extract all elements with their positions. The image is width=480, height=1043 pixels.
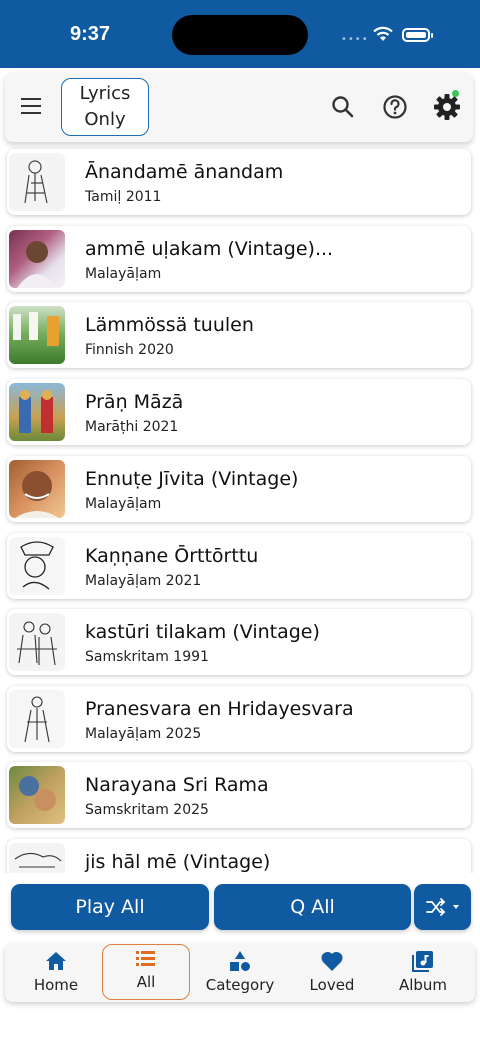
hamburger-menu-icon[interactable]	[21, 98, 41, 119]
song-row[interactable]: Pranesvara en Hridayesvara Malayāḷam 202…	[7, 686, 471, 752]
tab-all-label: All	[136, 973, 156, 991]
shuffle-dropdown-button[interactable]	[414, 884, 471, 930]
song-subtitle: Malayāḷam 2025	[85, 726, 202, 742]
heart-icon	[321, 951, 343, 971]
home-icon	[46, 952, 66, 970]
song-subtitle: Finnish 2020	[85, 342, 174, 358]
tab-home[interactable]: Home	[12, 944, 100, 1002]
song-thumbnail	[9, 230, 65, 288]
tab-loved-label: Loved	[309, 976, 355, 994]
signal-icon: ••••	[341, 34, 369, 45]
song-row[interactable]: Ennuṭe Jīvita (Vintage) Malayāḷam	[7, 456, 471, 522]
lyrics-only-toggle[interactable]: Lyrics Only	[61, 78, 149, 136]
song-thumbnail	[9, 537, 65, 595]
song-thumbnail	[9, 153, 65, 211]
status-bar: 9:37 ••••	[0, 0, 480, 68]
song-subtitle: Marāṭhi 2021	[85, 419, 179, 435]
song-subtitle: Malayāḷam	[85, 496, 162, 512]
song-title: kastūri tilakam (Vintage)	[85, 621, 320, 643]
tab-home-label: Home	[33, 976, 79, 994]
shuffle-icon	[425, 898, 459, 916]
song-title: Ānandamē ānandam	[85, 161, 284, 183]
song-title: Pranesvara en Hridayesvara	[85, 698, 354, 720]
tab-album-label: Album	[398, 976, 448, 994]
lyrics-only-label-line2: Only	[84, 109, 126, 130]
search-icon[interactable]	[330, 94, 356, 120]
song-title: Kaṇṇane Ōrttōrttu	[85, 545, 259, 567]
song-title: jis hāl mē (Vintage)	[85, 851, 271, 873]
song-row[interactable]: ammē uḷakam (Vintage)... Malayāḷam	[7, 226, 471, 292]
top-toolbar: Lyrics Only	[5, 72, 473, 142]
settings-gear-icon[interactable]	[432, 92, 462, 122]
song-title: Ennuṭe Jīvita (Vintage)	[85, 468, 299, 490]
song-thumbnail	[9, 766, 65, 824]
song-row[interactable]: Lämmössä tuulen Finnish 2020	[7, 302, 471, 368]
wifi-icon	[373, 26, 393, 41]
song-subtitle: Samskritam 2025	[85, 802, 209, 818]
song-title: Lämmössä tuulen	[85, 314, 254, 336]
song-row[interactable]: jis hāl mē (Vintage)	[7, 839, 471, 873]
song-thumbnail	[9, 383, 65, 441]
song-title: Prāṇ Māzā	[85, 391, 184, 413]
song-subtitle: Tamiḷ 2011	[85, 189, 162, 205]
tab-all[interactable]: All	[102, 944, 190, 1000]
song-title: Narayana Sri Rama	[85, 774, 269, 796]
song-subtitle: Samskritam 1991	[85, 649, 209, 665]
album-icon	[412, 951, 433, 972]
song-thumbnail	[9, 843, 65, 873]
song-subtitle: Malayāḷam 2021	[85, 573, 202, 589]
play-all-button[interactable]: Play All	[11, 884, 209, 930]
song-title: ammē uḷakam (Vintage)...	[85, 238, 334, 260]
chevron-down-icon	[452, 905, 459, 909]
bottom-tab-bar: Home All Category Loved Album	[5, 944, 475, 1002]
playback-actions: Play All Q All	[0, 884, 480, 930]
tab-loved[interactable]: Loved	[288, 944, 376, 1002]
tab-category-label: Category	[205, 976, 275, 994]
song-thumbnail	[9, 613, 65, 671]
lyrics-only-label-line1: Lyrics	[79, 83, 131, 104]
song-row[interactable]: Ānandamē ānandam Tamiḷ 2011	[7, 149, 471, 215]
song-thumbnail	[9, 306, 65, 364]
song-thumbnail	[9, 460, 65, 518]
song-thumbnail	[9, 690, 65, 748]
song-subtitle: Malayāḷam	[85, 266, 162, 282]
list-icon	[136, 951, 155, 966]
shapes-icon	[230, 951, 250, 971]
song-row[interactable]: Kaṇṇane Ōrttōrttu Malayāḷam 2021	[7, 533, 471, 599]
notification-dot	[452, 90, 459, 97]
battery-icon	[402, 28, 433, 42]
dynamic-island	[172, 15, 308, 55]
tab-category[interactable]: Category	[196, 944, 284, 1002]
queue-all-button[interactable]: Q All	[214, 884, 411, 930]
song-row[interactable]: kastūri tilakam (Vintage) Samskritam 199…	[7, 609, 471, 675]
help-icon[interactable]	[382, 94, 408, 120]
song-row[interactable]: Narayana Sri Rama Samskritam 2025	[7, 762, 471, 828]
status-time: 9:37	[70, 23, 111, 45]
song-list[interactable]: Ānandamē ānandam Tamiḷ 2011 ammē uḷakam …	[0, 145, 480, 873]
tab-album[interactable]: Album	[379, 944, 467, 1002]
song-row[interactable]: Prāṇ Māzā Marāṭhi 2021	[7, 379, 471, 445]
